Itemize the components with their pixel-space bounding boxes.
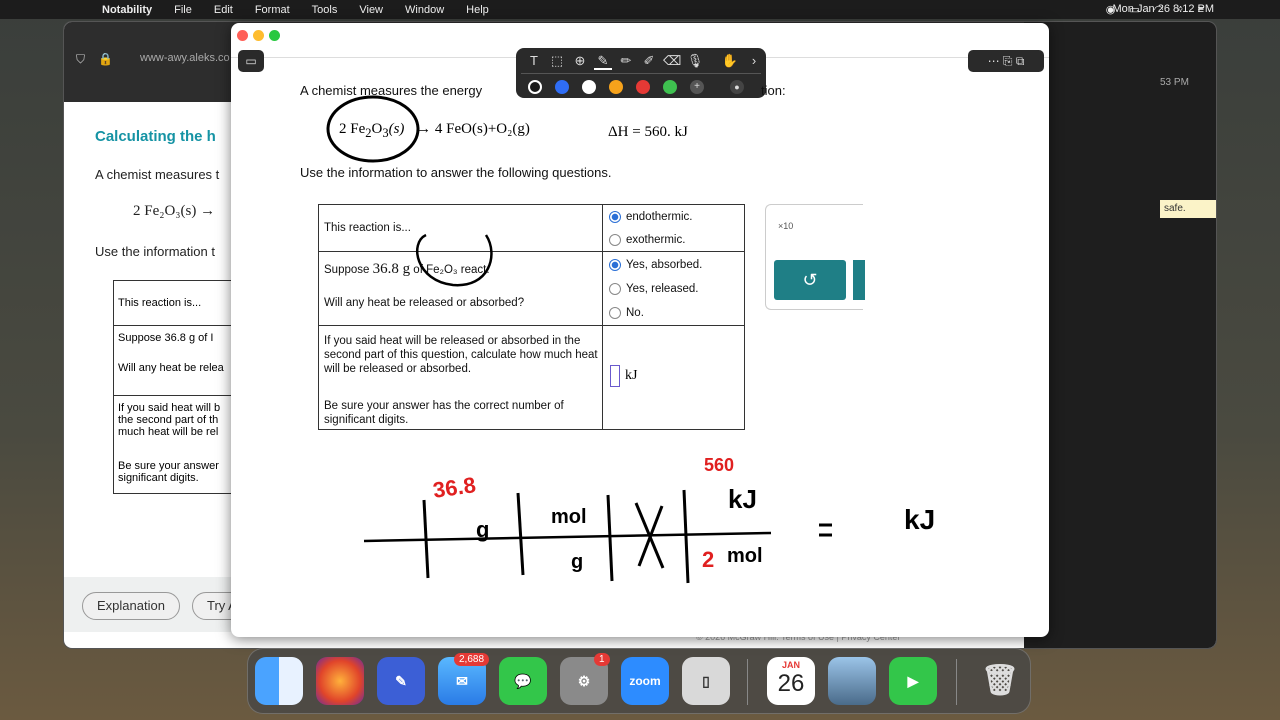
handwritten-g: g bbox=[476, 517, 490, 542]
explanation-button[interactable]: Explanation bbox=[82, 592, 180, 620]
pencil-app-icon[interactable]: ✎ bbox=[377, 657, 425, 705]
aleks-row-text: significant digits. bbox=[118, 472, 199, 484]
aleks-intro: A chemist measures t bbox=[95, 167, 220, 182]
trash-icon[interactable]: 🗑 bbox=[976, 657, 1024, 705]
calendar-month: JAN bbox=[781, 660, 800, 670]
lock-icon: 🔒 bbox=[98, 52, 113, 66]
menu-window[interactable]: Window bbox=[405, 4, 444, 16]
handwritten-mol: mol bbox=[551, 506, 587, 528]
aleks-row-text: Suppose 36.8 g of I bbox=[118, 332, 214, 344]
handwritten-answer-unit: kJ bbox=[904, 504, 936, 535]
handwritten-mol2: mol bbox=[727, 545, 763, 567]
dock-separator bbox=[747, 659, 748, 705]
divider-line bbox=[606, 494, 614, 582]
zoom-icon[interactable]: zoom bbox=[621, 657, 669, 705]
menu-help[interactable]: Help bbox=[466, 4, 489, 16]
circle-annotation bbox=[416, 233, 493, 287]
side-note: safe. bbox=[1160, 200, 1216, 218]
aleks-reaction: 2 Fe₂O₃(s) → bbox=[133, 203, 216, 219]
finder-icon[interactable] bbox=[255, 657, 303, 705]
zoom-label: zoom bbox=[629, 674, 661, 688]
firefox-icon[interactable] bbox=[316, 657, 364, 705]
aleks-use-info: Use the information t bbox=[95, 244, 215, 259]
menu-clock[interactable]: Mon Jan 26 8:12 PM bbox=[1112, 3, 1214, 15]
messages-icon[interactable]: 💬 bbox=[499, 657, 547, 705]
menu-app-name[interactable]: Notability bbox=[102, 4, 152, 16]
settings-badge: 1 bbox=[594, 653, 610, 666]
notability-window: ▭ ⋯ ⎘ ⧉ T ⬚ ⊕ ✎ ✏ ✐ ⌫ 🎙 ✋ › + ● A chemis… bbox=[231, 23, 1049, 637]
side-note-text: safe. bbox=[1164, 203, 1186, 214]
aleks-row-text: the second part of th bbox=[118, 414, 219, 426]
side-time: 53 PM bbox=[1160, 77, 1189, 88]
mail-badge: 2,688 bbox=[454, 653, 490, 666]
menu-tools[interactable]: Tools bbox=[312, 4, 338, 16]
handwritten-kj: kJ bbox=[728, 484, 757, 514]
preview-icon[interactable] bbox=[828, 657, 876, 705]
handwritten-560: 560 bbox=[704, 455, 735, 475]
browser-side-panel bbox=[1024, 22, 1216, 648]
divider-line bbox=[682, 489, 690, 584]
dock: ✎ ✉ 2,688 💬 ⚙ 1 zoom ▯ JAN 26 ▶ 🗑 bbox=[247, 648, 1031, 714]
menu-view[interactable]: View bbox=[359, 4, 383, 16]
aleks-row-text: If you said heat will b bbox=[118, 402, 221, 414]
aleks-row-text: much heat will be rel bbox=[118, 426, 219, 438]
menu-bar: Notability File Edit Format Tools View W… bbox=[0, 0, 1280, 19]
iphone-mirroring-icon[interactable]: ▯ bbox=[682, 657, 730, 705]
facetime-icon[interactable]: ▶ bbox=[889, 657, 937, 705]
menu-format[interactable]: Format bbox=[255, 4, 290, 16]
divider-line bbox=[422, 499, 430, 579]
dock-separator bbox=[956, 659, 957, 705]
aleks-row-text: Will any heat be relea bbox=[118, 362, 224, 374]
shield-icon[interactable]: ⛉ bbox=[76, 52, 85, 67]
handwritten-g2: g bbox=[571, 551, 584, 573]
circle-annotation bbox=[326, 95, 420, 163]
divider-line bbox=[516, 492, 525, 576]
aleks-row-text: Be sure your answer bbox=[118, 460, 219, 472]
url-field[interactable]: www-awy.aleks.co bbox=[140, 52, 230, 64]
menu-file[interactable]: File bbox=[174, 4, 192, 16]
handwritten-two: 2 bbox=[702, 547, 715, 572]
calendar-icon[interactable]: JAN 26 bbox=[767, 657, 815, 705]
handwriting-layer bbox=[326, 95, 832, 584]
menu-edit[interactable]: Edit bbox=[214, 4, 233, 16]
aleks-title: Calculating the h bbox=[95, 128, 216, 145]
calendar-day: 26 bbox=[777, 670, 805, 697]
